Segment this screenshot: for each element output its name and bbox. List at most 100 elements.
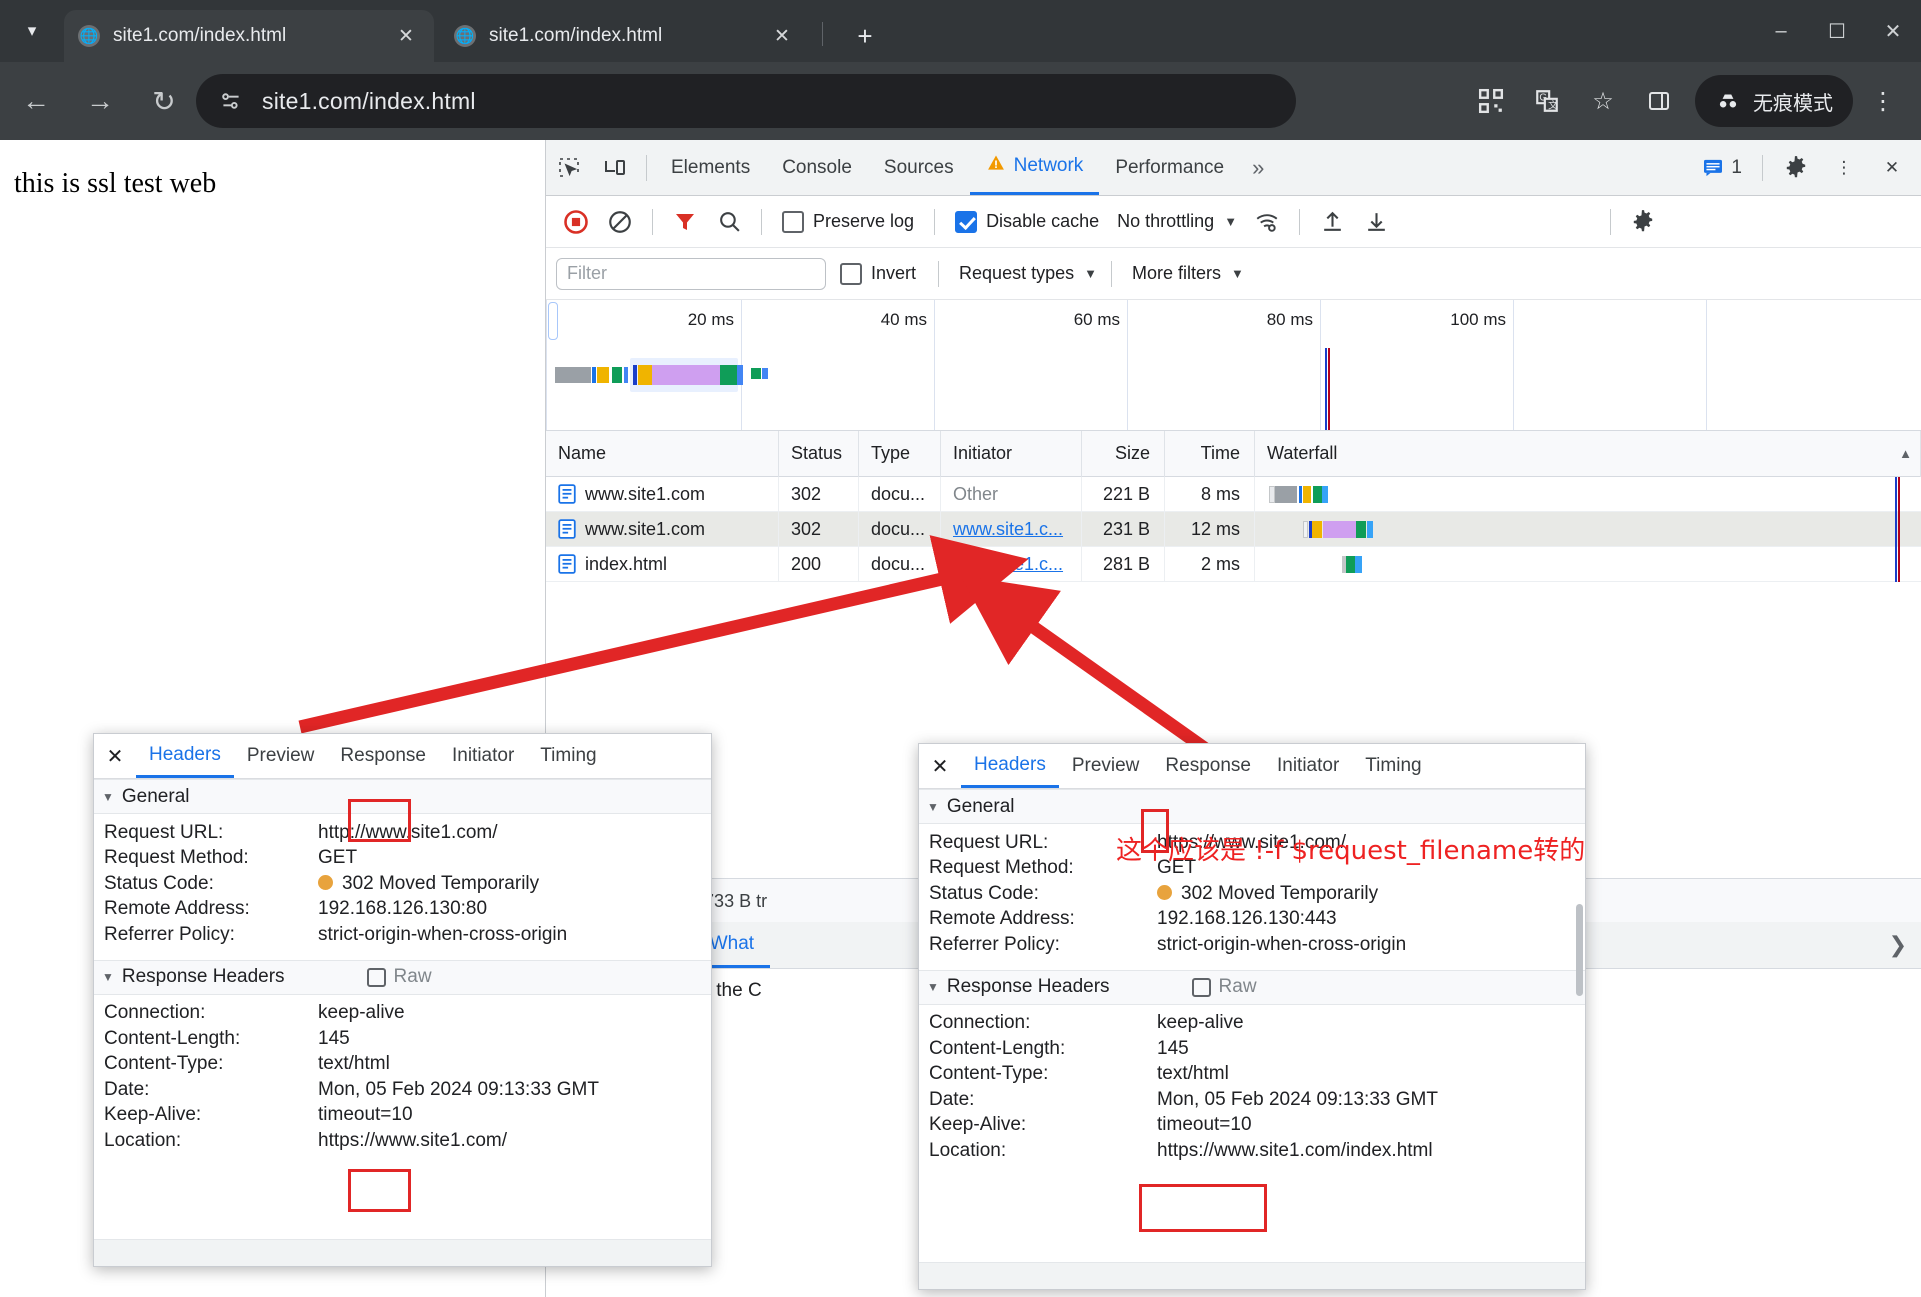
tab-initiator[interactable]: Initiator <box>439 735 527 778</box>
inspect-element-icon[interactable] <box>546 146 592 190</box>
network-overview[interactable]: 20 ms 40 ms 60 ms 80 ms 100 ms <box>546 300 1921 431</box>
three-dots-icon[interactable]: ⋮ <box>1821 146 1867 190</box>
request-name: index.html <box>585 554 667 575</box>
message-count[interactable]: 1 <box>1693 157 1752 179</box>
address-bar[interactable]: site1.com/index.html <box>196 74 1296 128</box>
tab-search-button[interactable]: ▾ <box>8 8 56 54</box>
close-devtools-icon[interactable]: ✕ <box>1869 146 1915 190</box>
column-header-waterfall[interactable]: Waterfall ▲ <box>1255 431 1921 477</box>
panel-scrollbar[interactable] <box>1576 904 1583 996</box>
initiator-link[interactable]: www.site1.c... <box>953 519 1063 540</box>
throttling-select[interactable]: No throttling ▼ <box>1111 211 1237 232</box>
more-filters-dropdown[interactable]: More filters ▼ <box>1126 263 1244 284</box>
tab-performance[interactable]: Performance <box>1099 140 1240 195</box>
filter-icon[interactable] <box>665 202 705 242</box>
device-toolbar-icon[interactable] <box>592 146 638 190</box>
address-bar-text: site1.com/index.html <box>262 88 476 115</box>
tab-preview[interactable]: Preview <box>234 735 328 778</box>
maximize-button[interactable]: ☐ <box>1809 0 1865 62</box>
download-icon[interactable] <box>1356 202 1396 242</box>
close-drawer-icon[interactable]: ❯ <box>1889 932 1921 958</box>
site-settings-icon[interactable] <box>214 84 248 118</box>
qr-code-icon[interactable] <box>1465 75 1517 127</box>
request-types-dropdown[interactable]: Request types ▼ <box>953 263 1097 284</box>
overview-tick: 60 ms <box>1074 310 1127 330</box>
tab-network[interactable]: Network <box>970 140 1100 195</box>
overview-tick: 20 ms <box>688 310 741 330</box>
filter-input[interactable]: Filter <box>556 258 826 290</box>
column-header-type[interactable]: Type <box>859 431 941 477</box>
network-settings-gear-icon[interactable] <box>1623 202 1663 242</box>
record-stop-icon[interactable] <box>556 202 596 242</box>
more-tabs-button[interactable]: » <box>1240 140 1276 195</box>
wifi-settings-icon[interactable] <box>1247 202 1287 242</box>
window-controls: – ☐ ✕ <box>1753 0 1921 62</box>
load-marker <box>1898 477 1900 512</box>
table-row[interactable]: www.site1.com 302 docu... www.site1.c...… <box>546 512 1921 547</box>
tab-timing[interactable]: Timing <box>1352 745 1434 788</box>
response-headers-section[interactable]: ▼ Response Headers Raw <box>919 970 1585 1005</box>
cell-initiator[interactable]: www.site1.c... <box>941 512 1082 547</box>
tab-console[interactable]: Console <box>766 140 868 195</box>
response-headers-section[interactable]: ▼ Response Headers Raw <box>94 960 711 995</box>
three-dots-icon[interactable]: ⋮ <box>1857 75 1909 127</box>
column-header-initiator[interactable]: Initiator <box>941 431 1082 477</box>
column-header-time[interactable]: Time <box>1165 431 1255 477</box>
column-header-name[interactable]: Name <box>546 431 779 477</box>
browser-tab-1[interactable]: 🌐 site1.com/index.html ✕ <box>440 10 810 62</box>
search-icon[interactable] <box>709 202 749 242</box>
raw-toggle[interactable]: Raw <box>1192 976 1257 998</box>
disable-cache-checkbox[interactable]: Disable cache <box>947 211 1107 233</box>
forward-button[interactable]: → <box>72 73 128 129</box>
star-icon[interactable]: ☆ <box>1577 75 1629 127</box>
header-value: text/html <box>1157 1063 1229 1085</box>
network-toolbar: Preserve log Disable cache No throttling… <box>546 196 1921 248</box>
column-header-size[interactable]: Size <box>1082 431 1165 477</box>
tab-close-button[interactable]: ✕ <box>768 25 796 48</box>
translate-icon[interactable]: G 文 <box>1521 75 1573 127</box>
table-row[interactable]: www.site1.com 302 docu... Other 221 B 8 … <box>546 477 1921 512</box>
request-types-label: Request types <box>959 263 1074 284</box>
column-header-status[interactable]: Status <box>779 431 859 477</box>
close-panel-button[interactable]: ✕ <box>94 735 136 778</box>
overview-left-handle[interactable] <box>548 302 558 340</box>
clear-icon[interactable] <box>600 202 640 242</box>
overview-tick: 100 ms <box>1450 310 1513 330</box>
tab-close-button[interactable]: ✕ <box>392 25 420 48</box>
table-row[interactable]: index.html 200 docu... www.site1.c... 28… <box>546 547 1921 582</box>
close-window-button[interactable]: ✕ <box>1865 0 1921 62</box>
invert-checkbox[interactable]: Invert <box>832 263 924 285</box>
tab-response[interactable]: Response <box>1152 745 1264 788</box>
minimize-button[interactable]: – <box>1753 0 1809 62</box>
tab-initiator[interactable]: Initiator <box>1264 745 1352 788</box>
more-filters-label: More filters <box>1132 263 1221 284</box>
sort-arrow-icon: ▲ <box>1899 446 1912 461</box>
tab-response[interactable]: Response <box>327 735 439 778</box>
tab-preview[interactable]: Preview <box>1059 745 1153 788</box>
reload-button[interactable]: ↻ <box>136 73 192 129</box>
incognito-indicator[interactable]: 无痕模式 <box>1695 75 1853 127</box>
browser-tab-0[interactable]: 🌐 site1.com/index.html ✕ <box>64 10 434 62</box>
side-panel-icon[interactable] <box>1633 75 1685 127</box>
upload-icon[interactable] <box>1312 202 1352 242</box>
header-key: Referrer Policy: <box>104 924 235 946</box>
general-section-header[interactable]: ▼ General <box>919 789 1585 824</box>
triangle-down-icon: ▼ <box>927 980 939 994</box>
tab-headers[interactable]: Headers <box>961 745 1059 788</box>
cell-time: 8 ms <box>1165 477 1255 512</box>
cell-initiator[interactable]: www.site1.c... <box>941 547 1082 582</box>
initiator-link[interactable]: www.site1.c... <box>953 554 1063 575</box>
close-panel-button[interactable]: ✕ <box>919 745 961 788</box>
header-value: 302 Moved Temporarily <box>318 873 539 895</box>
gear-icon[interactable] <box>1773 146 1819 190</box>
overview-grid: 20 ms 40 ms 60 ms 80 ms 100 ms <box>546 300 1921 430</box>
header-value: strict-origin-when-cross-origin <box>1157 934 1406 956</box>
tab-timing[interactable]: Timing <box>527 735 609 778</box>
new-tab-button[interactable]: + <box>845 16 885 56</box>
raw-toggle[interactable]: Raw <box>367 966 432 988</box>
tab-headers[interactable]: Headers <box>136 735 234 778</box>
preserve-log-checkbox[interactable]: Preserve log <box>774 211 922 233</box>
tab-elements[interactable]: Elements <box>655 140 766 195</box>
tab-sources[interactable]: Sources <box>868 140 970 195</box>
back-button[interactable]: ← <box>8 73 64 129</box>
